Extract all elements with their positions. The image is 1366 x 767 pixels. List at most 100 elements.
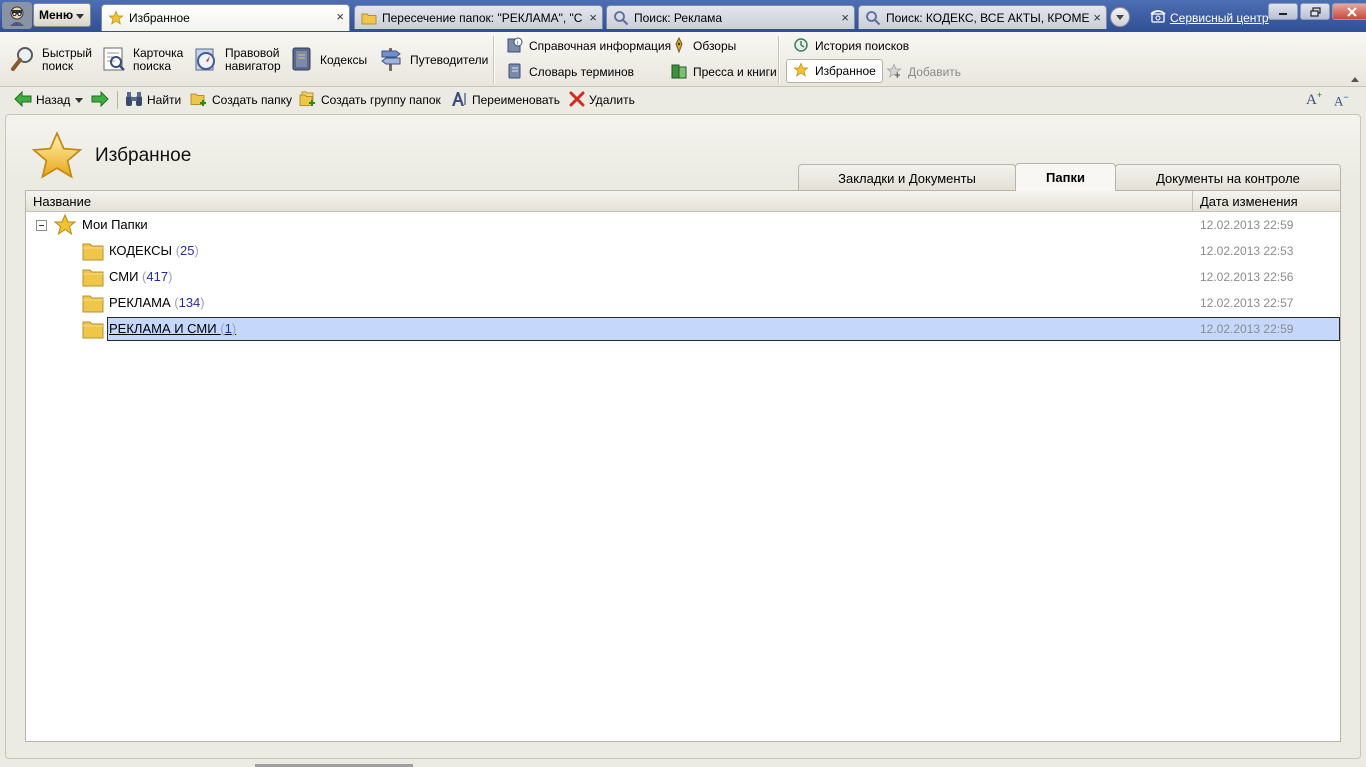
delete-button[interactable]: Удалить [569, 90, 635, 110]
magnifier-icon [10, 45, 36, 76]
close-icon[interactable]: × [336, 9, 344, 24]
folder-label: РЕКЛАМА (134) [109, 295, 205, 310]
folder-row[interactable]: КОДЕКСЫ (25) 12.02.2013 22:53 [26, 239, 1340, 263]
service-center-link[interactable]: Сервисный центр [1150, 9, 1269, 26]
font-decrease-icon[interactable]: A− [1334, 92, 1349, 109]
create-folder-label: Создать папку [212, 93, 292, 107]
tab-monitored-documents[interactable]: Документы на контроле [1115, 164, 1341, 191]
folder-row[interactable]: РЕКЛАМА (134) 12.02.2013 22:57 [26, 291, 1340, 315]
column-header-name[interactable]: Название [33, 194, 91, 209]
folder-name: РЕКЛАМА И СМИ [109, 321, 217, 336]
folder-icon [82, 293, 104, 316]
folder-label: РЕКЛАМА И СМИ (1) [109, 321, 236, 336]
codes-button[interactable]: Кодексы [290, 45, 367, 75]
rename-label: Переименовать [472, 93, 560, 107]
close-icon[interactable]: × [841, 10, 849, 25]
folders-tree-grid: Название Дата изменения Мои Папки 12.02.… [25, 190, 1341, 742]
compass-icon [193, 45, 219, 76]
folder-count: 417 [146, 269, 169, 284]
collapse-toggle-icon[interactable] [36, 220, 47, 231]
title-bar: Меню Избранное × Пересечение папок: "РЕК… [0, 0, 1366, 32]
close-icon[interactable]: × [1093, 10, 1101, 25]
folder-add-icon [190, 91, 208, 110]
guides-button[interactable]: Путеводители [378, 45, 488, 75]
reference-info-label: Справочная информация [529, 39, 672, 53]
favorites-label: Избранное [815, 64, 876, 78]
folder-label: СМИ (417) [109, 269, 172, 284]
search-history-label: История поисков [815, 39, 910, 53]
tab-folders[interactable]: Папки [1015, 163, 1116, 191]
star-icon [793, 61, 809, 81]
toolbar-separator [117, 91, 118, 109]
count-paren: ) [200, 295, 205, 310]
rename-button[interactable]: Переименовать [450, 90, 560, 110]
grid-header: Название Дата изменения [26, 191, 1340, 212]
reviews-button[interactable]: Обзоры [671, 36, 736, 56]
tab-bookmarks-documents[interactable]: Закладки и Документы [798, 164, 1016, 191]
create-folder-group-label: Создать группу папок [321, 93, 441, 107]
tab-search-advertising[interactable]: Поиск: Реклама × [606, 5, 855, 29]
date-cell: 12.02.2013 22:59 [1200, 218, 1294, 232]
back-history-dropdown[interactable] [74, 90, 84, 110]
count-paren: ) [194, 243, 199, 258]
tab-label: Документы на контроле [1156, 170, 1300, 186]
binoculars-icon [125, 91, 143, 110]
tab-search-codex[interactable]: Поиск: КОДЕКС, ВСЕ АКТЫ, КРОМЕ ... × [858, 5, 1107, 29]
reference-info-icon: i [507, 37, 523, 56]
create-folder-button[interactable]: Создать папку [190, 90, 292, 110]
press-books-label: Пресса и книги [693, 65, 777, 79]
font-increase-icon[interactable]: A+ [1306, 90, 1322, 109]
telephone-icon [1150, 9, 1166, 26]
folder-name: КОДЕКСЫ [109, 243, 173, 258]
back-button[interactable]: Назад [14, 90, 70, 110]
favorites-button[interactable]: Избранное [786, 59, 883, 83]
ribbon-separator [493, 36, 495, 84]
menu-button[interactable]: Меню [33, 3, 91, 27]
search-history-button[interactable]: История поисков [793, 36, 909, 56]
restore-button[interactable] [1300, 3, 1330, 20]
close-icon[interactable]: × [589, 10, 597, 25]
tree-root-row[interactable]: Мои Папки 12.02.2013 22:59 [26, 213, 1340, 237]
reviews-label: Обзоры [693, 39, 737, 53]
find-button[interactable]: Найти [125, 90, 181, 110]
tab-favorites[interactable]: Избранное × [101, 4, 350, 31]
legal-navigator-label: Правовой навигатор [225, 46, 281, 73]
folder-row-selected[interactable]: РЕКЛАМА И СМИ (1) 12.02.2013 22:59 [26, 317, 1340, 341]
folder-row[interactable]: СМИ (417) 12.02.2013 22:56 [26, 265, 1340, 289]
forward-button[interactable] [91, 90, 109, 110]
tab-label: Поиск: Реклама [634, 10, 723, 25]
folder-icon [82, 267, 104, 290]
term-dictionary-button[interactable]: Словарь терминов [507, 62, 634, 82]
tab-label: Избранное [129, 11, 190, 25]
press-books-button[interactable]: Пресса и книги [671, 62, 777, 82]
tab-label: Поиск: КОДЕКС, ВСЕ АКТЫ, КРОМЕ ... [886, 10, 1091, 25]
chevron-up-icon[interactable] [1351, 77, 1359, 82]
tabs-dropdown-button[interactable] [1110, 7, 1130, 27]
chevron-down-icon [74, 93, 84, 107]
search-card-button[interactable]: Карточка поиска [101, 45, 183, 75]
search-icon [613, 10, 629, 26]
root-label: Мои Папки [82, 217, 148, 232]
create-folder-group-button[interactable]: Создать группу папок [299, 90, 441, 110]
add-favorite-label: Добавить [908, 65, 962, 79]
quick-search-button[interactable]: Быстрый поиск [10, 45, 92, 75]
count-paren: ) [231, 321, 237, 336]
reference-info-button[interactable]: i Справочная информация [507, 36, 671, 56]
date-cell: 12.02.2013 22:56 [1200, 270, 1294, 284]
press-books-icon [671, 63, 687, 82]
add-favorite-button[interactable]: Добавить [886, 62, 961, 82]
folder-icon [82, 241, 104, 264]
minimize-button[interactable] [1268, 3, 1298, 20]
app-logo-icon[interactable] [2, 2, 32, 29]
folder-icon [82, 319, 104, 342]
legal-navigator-button[interactable]: Правовой навигатор [193, 45, 281, 75]
add-star-icon [886, 62, 902, 82]
search-icon [865, 10, 881, 26]
service-center-label: Сервисный центр [1170, 10, 1269, 25]
column-header-date[interactable]: Дата изменения [1192, 191, 1342, 212]
folder-name: РЕКЛАМА [109, 295, 171, 310]
tab-folder-intersection[interactable]: Пересечение папок: "РЕКЛАМА", "С... × [354, 5, 603, 29]
page-title: Избранное [95, 145, 192, 166]
close-window-button[interactable] [1332, 3, 1366, 20]
search-card-icon [101, 45, 127, 76]
